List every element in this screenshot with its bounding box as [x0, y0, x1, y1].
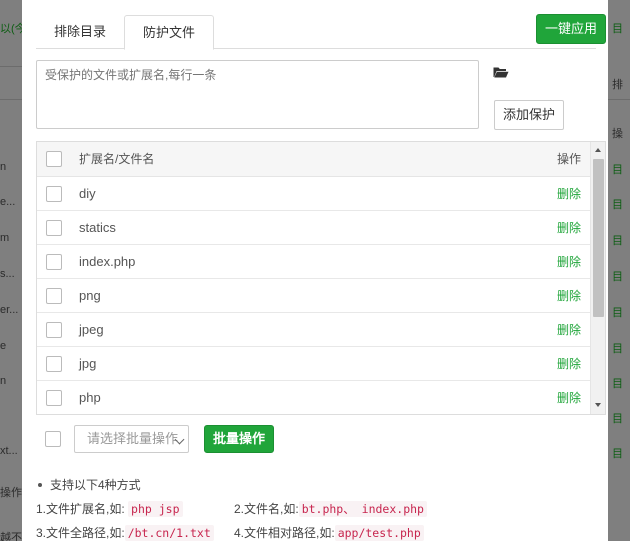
- row-checkbox[interactable]: [46, 288, 62, 304]
- bg-text: 操作: [0, 487, 22, 499]
- select-all-checkbox[interactable]: [46, 151, 62, 167]
- bg-text: e: [0, 340, 7, 352]
- row-checkbox[interactable]: [46, 356, 62, 372]
- tab-exclude-directory[interactable]: 排除目录: [36, 15, 124, 49]
- table-row: statics 删除: [37, 211, 590, 245]
- tip-filename: 2.文件名,如: bt.php、 index.php: [234, 500, 427, 517]
- delete-link[interactable]: 删除: [557, 211, 581, 245]
- row-checkbox[interactable]: [46, 322, 62, 338]
- bg-text: 目: [612, 413, 623, 425]
- row-name: index.php: [79, 254, 136, 269]
- bg-text: 目: [612, 271, 623, 283]
- bg-text: e...: [0, 196, 16, 208]
- row-checkbox[interactable]: [46, 186, 62, 202]
- bg-text: 以(今: [0, 23, 22, 35]
- table-row: jpeg 删除: [37, 313, 590, 347]
- delete-link[interactable]: 删除: [557, 279, 581, 313]
- bg-text: 操: [612, 128, 623, 140]
- protect-files-input[interactable]: [36, 60, 479, 129]
- row-checkbox[interactable]: [46, 220, 62, 236]
- bg-text: m: [0, 232, 10, 244]
- tip-label: 1.文件扩展名,如:: [36, 502, 125, 516]
- one-click-apply-button[interactable]: 一键应用: [536, 14, 606, 44]
- bg-text: xt...: [0, 445, 18, 457]
- table-header: 扩展名/文件名 操作: [37, 142, 590, 177]
- scroll-down-arrow-icon[interactable]: [595, 403, 601, 407]
- table-row: php 删除: [37, 381, 590, 414]
- table-row: index.php 删除: [37, 245, 590, 279]
- bg-text: 目: [612, 164, 623, 176]
- bg-text: 越不: [0, 532, 22, 541]
- bg-text: 目: [612, 23, 623, 35]
- background-page-right: 目 排 操 目 目 目 目 目 目 目 目 目: [608, 0, 630, 541]
- tab-protect-files[interactable]: 防护文件: [124, 15, 215, 50]
- tips-heading: 支持以下4种方式: [50, 478, 141, 492]
- tip-label: 2.文件名,如:: [234, 502, 299, 516]
- tips-heading-row: 支持以下4种方式: [36, 476, 141, 493]
- tip-code: bt.php、 index.php: [298, 501, 427, 517]
- bg-text: er...: [0, 304, 19, 316]
- batch-operation-select[interactable]: 请选择批量操作: [74, 425, 189, 453]
- table-row: diy 删除: [37, 177, 590, 211]
- bg-text: 目: [612, 235, 623, 247]
- tab-bar: 排除目录 防护文件: [36, 15, 596, 50]
- delete-link[interactable]: 删除: [557, 381, 581, 414]
- folder-open-icon[interactable]: [493, 66, 509, 78]
- scroll-up-arrow-icon[interactable]: [595, 148, 601, 152]
- row-name: jpg: [79, 356, 97, 371]
- tip-extension: 1.文件扩展名,如: php jsp: [36, 500, 183, 517]
- column-header-operation: 操作: [556, 152, 581, 166]
- row-name: diy: [79, 186, 96, 201]
- bg-text: 目: [612, 378, 623, 390]
- protect-dialog: 排除目录 防护文件 一键应用 添加保护 扩展名/文件名 操作 diy 删除 st…: [22, 0, 608, 541]
- tip-label: 3.文件全路径,如:: [36, 526, 125, 540]
- tip-code: /bt.cn/1.txt: [124, 525, 214, 541]
- bg-divider: [0, 99, 22, 100]
- delete-link[interactable]: 删除: [557, 313, 581, 347]
- add-protection-button[interactable]: 添加保护: [494, 100, 564, 130]
- delete-link[interactable]: 删除: [557, 177, 581, 211]
- row-name: statics: [79, 220, 116, 235]
- tip-code: php jsp: [128, 501, 183, 517]
- background-page-left: 以(今 n e... m s... er... e n xt... 操作 越不: [0, 0, 22, 541]
- bg-text: 排: [612, 79, 623, 91]
- tip-label: 4.文件相对路径,如:: [234, 526, 335, 540]
- table-row: png 删除: [37, 279, 590, 313]
- bg-text: n: [0, 375, 7, 387]
- row-checkbox[interactable]: [46, 254, 62, 270]
- delete-link[interactable]: 删除: [557, 245, 581, 279]
- bg-text: 目: [612, 343, 623, 355]
- bg-divider: [0, 66, 22, 67]
- protected-files-table: 扩展名/文件名 操作 diy 删除 statics 删除 index.php 删…: [36, 141, 606, 415]
- row-checkbox[interactable]: [46, 390, 62, 406]
- tip-full-path: 3.文件全路径,如:/bt.cn/1.txt: [36, 524, 214, 541]
- batch-select-all-checkbox[interactable]: [45, 431, 61, 447]
- tip-code: app/test.php: [334, 525, 424, 541]
- bg-text: 目: [612, 307, 623, 319]
- table-row: jpg 删除: [37, 347, 590, 381]
- bg-divider: [608, 99, 630, 100]
- scrollbar-thumb[interactable]: [593, 159, 604, 317]
- bg-text: 目: [612, 448, 623, 460]
- table-scrollbar[interactable]: [590, 142, 605, 414]
- bg-text: 目: [612, 199, 623, 211]
- bullet-dot-icon: [38, 482, 42, 487]
- bg-text: s...: [0, 268, 15, 280]
- bg-text: n: [0, 161, 7, 173]
- delete-link[interactable]: 删除: [557, 347, 581, 381]
- batch-select-placeholder: 请选择批量操作: [87, 431, 179, 446]
- row-name: png: [79, 288, 101, 303]
- batch-operation-button[interactable]: 批量操作: [204, 425, 274, 453]
- column-header-name: 扩展名/文件名: [79, 152, 155, 166]
- row-name: jpeg: [79, 322, 104, 337]
- row-name: php: [79, 390, 101, 405]
- tip-relative-path: 4.文件相对路径,如: app/test.php: [234, 524, 424, 541]
